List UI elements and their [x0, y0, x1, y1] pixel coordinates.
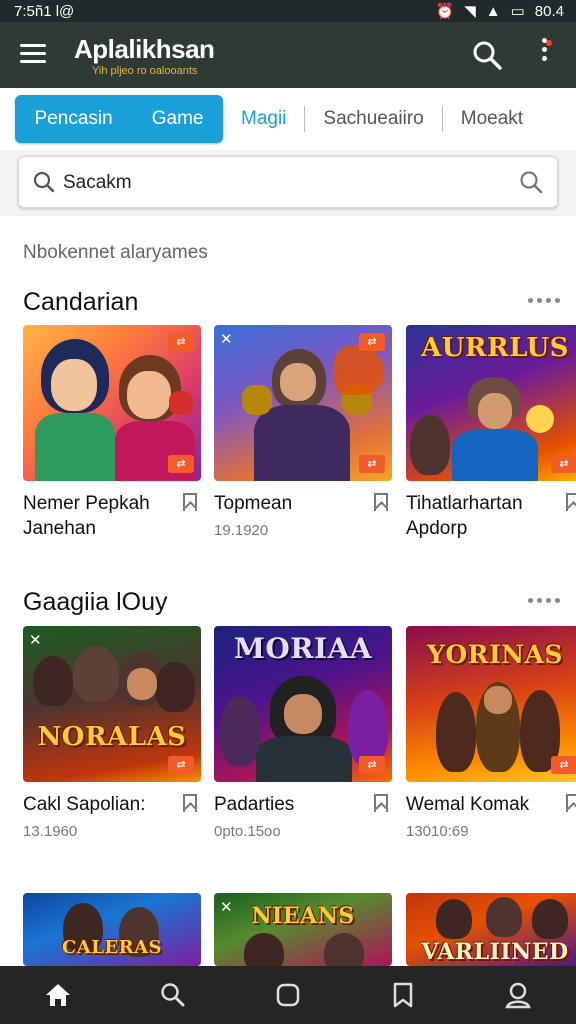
status-icons: ⏰ ◥ ▲ ▭ 80.4: [435, 2, 564, 21]
status-bar: 7:5ñ1 l@ ⏰ ◥ ▲ ▭ 80.4: [0, 0, 576, 22]
badge-icon: ✕: [220, 331, 233, 348]
app-title: Aplalikhsan: [74, 34, 215, 64]
search-input[interactable]: [63, 169, 503, 197]
section-more-icon[interactable]: [528, 298, 560, 310]
more-options-icon[interactable]: [534, 38, 554, 70]
section-caption: Nbokennet alaryames: [23, 242, 208, 263]
bottom-nav: [0, 966, 576, 1024]
game-thumbnail: YORINAS ⇄: [406, 626, 576, 782]
badge-icon: ✕: [29, 632, 42, 649]
wifi-icon: ◥: [464, 3, 476, 20]
search-icon[interactable]: [472, 40, 502, 70]
game-art-title: VARLIINED: [421, 939, 569, 965]
game-art-title: CALERAS: [61, 937, 163, 958]
game-thumbnail: NIEANS ✕: [214, 893, 392, 966]
nav-profile[interactable]: [498, 975, 538, 1015]
game-card[interactable]: AURRLUS ⇄ Tihatlarhartan Apdorp: [406, 325, 576, 541]
badge-icon: ⇄: [359, 333, 385, 351]
section-more-icon[interactable]: [528, 598, 560, 610]
search-icon: [161, 983, 185, 1007]
search-submit-icon[interactable]: [519, 170, 543, 194]
app-subtitle: Yih pljeo ro oalooants: [92, 65, 198, 77]
game-title: Tihatlarhartan Apdorp: [406, 493, 523, 539]
tab-sachueaiiro[interactable]: Sachueaiiro: [305, 105, 441, 133]
game-thumbnail: ⇄ ⇄: [23, 325, 201, 481]
bookmark-icon[interactable]: [183, 794, 197, 812]
bookmark-icon[interactable]: [566, 493, 576, 511]
game-subtitle: 0pto.15oo: [214, 823, 281, 840]
game-title: Padarties: [214, 794, 295, 815]
tab-moeakt[interactable]: Moeakt: [443, 105, 541, 133]
game-art-title: NIEANS: [251, 903, 355, 929]
game-subtitle: 13010:69: [406, 823, 469, 840]
game-art-title: YORINAS: [427, 640, 563, 669]
signal-icon: ▲: [485, 2, 501, 20]
badge-icon: ⇄: [551, 455, 576, 473]
game-card[interactable]: NORALAS ✕ ⇄ Cakl Sapolian: 13.1960: [23, 626, 201, 840]
search-box: [18, 156, 558, 208]
profile-icon: [505, 982, 532, 1009]
search-icon: [33, 171, 55, 193]
badge-icon: ⇄: [551, 756, 576, 774]
badge-icon: ⇄: [359, 455, 385, 473]
alarm-icon: ⏰: [435, 3, 455, 20]
badge-icon: ✕: [220, 899, 233, 916]
game-card[interactable]: NIEANS ✕: [214, 893, 392, 966]
badge-icon: ⇄: [168, 455, 194, 473]
game-card[interactable]: MORIAA ⇄ Padarties 0pto.15oo: [214, 626, 392, 840]
menu-icon[interactable]: [20, 44, 46, 66]
tab-magii[interactable]: Magii: [223, 105, 304, 133]
section-title: Candarian: [23, 288, 139, 316]
home-icon: [45, 984, 70, 1006]
search-area: [0, 150, 576, 216]
bookmark-icon[interactable]: [566, 794, 576, 812]
game-art-title: MORIAA: [233, 632, 373, 665]
battery-level: 80.4: [534, 2, 564, 20]
game-card[interactable]: VARLIINED: [406, 893, 576, 966]
app-bar: Aplalikhsan Yih pljeo ro oalooants: [0, 22, 576, 88]
game-subtitle: 13.1960: [23, 823, 78, 840]
tab-pencasin-game[interactable]: Pencasin Game: [15, 95, 223, 143]
nav-home[interactable]: [38, 975, 78, 1015]
game-thumbnail: CALERAS: [23, 893, 201, 966]
badge-icon: ⇄: [168, 756, 194, 774]
tab-bar: Pencasin Game Magii Sachueaiiro Moeakt: [0, 88, 576, 150]
notification-dot: [546, 40, 552, 46]
game-thumbnail: MORIAA ⇄: [214, 626, 392, 782]
game-art-title: NORALAS: [37, 722, 187, 752]
tab-label: Pencasin: [34, 108, 113, 129]
nav-saved[interactable]: [383, 975, 423, 1015]
bookmark-icon: [393, 982, 413, 1008]
game-title: Cakl Sapolian:: [23, 794, 146, 815]
game-thumbnail: VARLIINED: [406, 893, 576, 966]
battery-icon: ▭: [510, 3, 525, 20]
game-thumbnail: AURRLUS ⇄: [406, 325, 576, 481]
game-subtitle: 19.1920: [214, 522, 269, 539]
game-card[interactable]: YORINAS ⇄ Wemal Komak 13010:69: [406, 626, 576, 840]
nav-search[interactable]: [153, 975, 193, 1015]
game-card[interactable]: CALERAS: [23, 893, 201, 966]
nav-library[interactable]: [268, 975, 308, 1015]
game-card[interactable]: ⇄ ⇄ Nemer Pepkah Janehan: [23, 325, 201, 541]
tab-label: Game: [151, 108, 204, 129]
game-title: Topmean: [214, 493, 293, 514]
section-title: Gaagiia lOuy: [23, 588, 168, 616]
bookmark-icon[interactable]: [374, 794, 388, 812]
game-thumbnail: ✕ ⇄ ⇄: [214, 325, 392, 481]
bookmark-icon[interactable]: [183, 493, 197, 511]
game-art-title: AURRLUS: [421, 333, 569, 363]
square-icon: [276, 983, 300, 1007]
status-time: 7:5ñ1 l@: [14, 2, 75, 20]
game-title: Nemer Pepkah Janehan: [23, 493, 150, 539]
game-card[interactable]: ✕ ⇄ ⇄ Topmean 19.1920: [214, 325, 392, 539]
badge-icon: ⇄: [168, 333, 194, 351]
bookmark-icon[interactable]: [374, 493, 388, 511]
badge-icon: ⇄: [359, 756, 385, 774]
game-thumbnail: NORALAS ✕ ⇄: [23, 626, 201, 782]
game-title: Wemal Komak: [406, 794, 530, 815]
